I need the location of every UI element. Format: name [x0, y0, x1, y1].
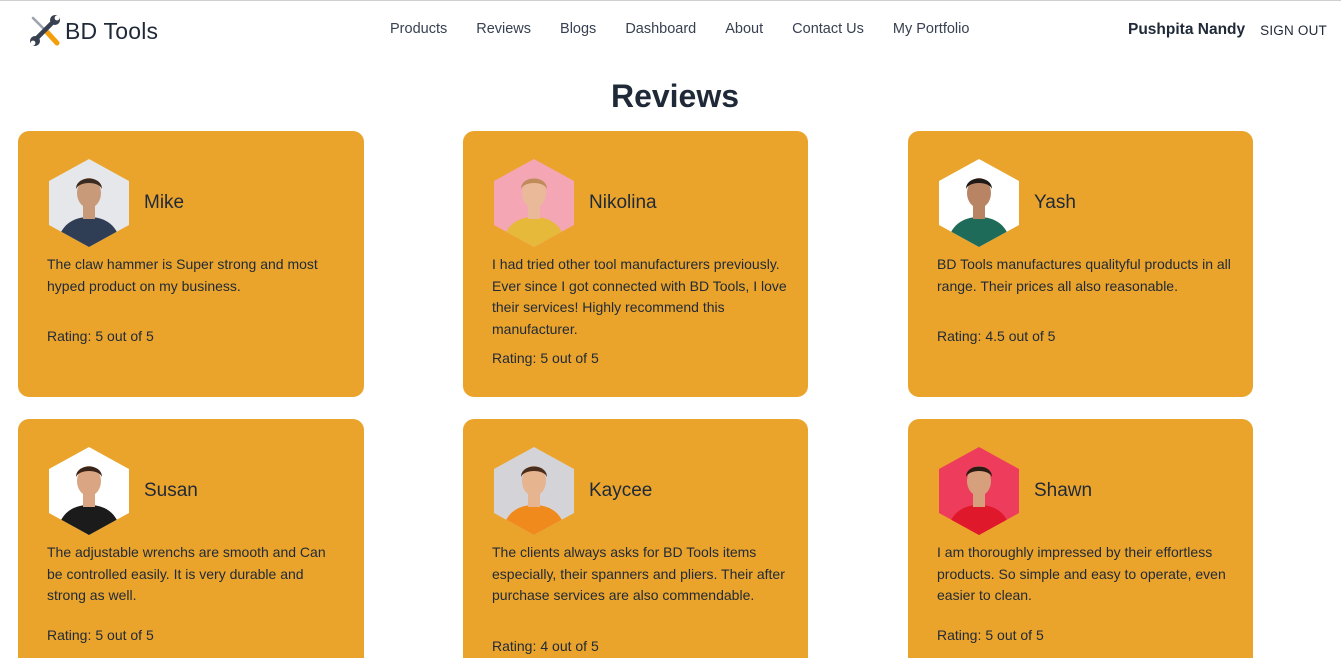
- rating-value: 5 out of 5: [95, 627, 154, 643]
- rating-label: Rating:: [47, 627, 92, 643]
- review-card: Mike The claw hammer is Super strong and…: [18, 131, 364, 397]
- rating: Rating: 4 out of 5: [492, 638, 599, 654]
- rating-value: 4.5 out of 5: [985, 328, 1056, 344]
- review-card: Nikolina I had tried other tool manufact…: [463, 131, 808, 397]
- reviewer-name: Mike: [144, 192, 185, 213]
- person-portrait: [502, 466, 566, 535]
- review-card-header: Yash: [939, 159, 1076, 247]
- reviewer-name: Susan: [144, 480, 198, 501]
- reviewer-name: Shawn: [1034, 480, 1093, 501]
- review-text: I had tried other tool manufacturers pre…: [492, 256, 787, 338]
- page-title: Reviews: [610, 78, 740, 114]
- rating-label: Rating:: [937, 328, 982, 344]
- navbar: BD Tools Products Reviews Blogs Dashboar…: [0, 1, 1341, 61]
- review-card: Kaycee The clients always asks for BD To…: [463, 419, 808, 658]
- user-name: Pushpita Nandy: [1128, 21, 1246, 38]
- nav-link-my-portfolio[interactable]: My Portfolio: [893, 21, 970, 37]
- rating: Rating: 4.5 out of 5: [937, 328, 1055, 344]
- nav-link-contact-us[interactable]: Contact Us: [792, 21, 864, 37]
- person-portrait: [502, 178, 566, 247]
- rating: Rating: 5 out of 5: [937, 627, 1044, 643]
- review-text: The claw hammer is Super strong and most…: [47, 256, 318, 294]
- reviewer-name: Kaycee: [589, 480, 653, 501]
- review-text: The adjustable wrenchs are smooth and Ca…: [47, 544, 326, 604]
- user-area: Pushpita Nandy SIGN OUT: [1128, 21, 1327, 39]
- rating-value: 5 out of 5: [985, 627, 1044, 643]
- brand-link[interactable]: BD Tools: [27, 13, 158, 49]
- rating-label: Rating:: [492, 638, 537, 654]
- nav-link-reviews[interactable]: Reviews: [476, 21, 531, 37]
- rating-value: 4 out of 5: [540, 638, 599, 654]
- nav-link-blogs[interactable]: Blogs: [560, 21, 596, 37]
- nav-links: Products Reviews Blogs Dashboard About C…: [390, 21, 998, 37]
- person-portrait: [57, 178, 121, 247]
- review-card: Yash BD Tools manufactures qualityful pr…: [908, 131, 1253, 397]
- avatar: [939, 159, 1019, 247]
- nav-link-products[interactable]: Products: [390, 21, 447, 37]
- rating-label: Rating:: [47, 328, 92, 344]
- wrench-screwdriver-icon: [30, 15, 60, 46]
- brand-name: BD Tools: [65, 17, 159, 44]
- avatar: [49, 159, 129, 247]
- review-card: Shawn I am thoroughly impressed by their…: [908, 419, 1253, 658]
- person-portrait: [57, 466, 121, 535]
- rating-value: 5 out of 5: [95, 328, 154, 344]
- avatar: [494, 159, 574, 247]
- avatar: [49, 447, 129, 535]
- review-card: Susan The adjustable wrenchs are smooth …: [18, 419, 364, 658]
- avatar: [939, 447, 1019, 535]
- review-card-header: Mike: [49, 159, 184, 247]
- rating-value: 5 out of 5: [540, 350, 599, 366]
- review-text: The clients always asks for BD Tools ite…: [492, 544, 785, 604]
- sign-out-button[interactable]: SIGN OUT: [1260, 23, 1327, 38]
- review-text: BD Tools manufactures qualityful product…: [937, 256, 1231, 294]
- review-text: I am thoroughly impressed by their effor…: [937, 544, 1226, 604]
- review-card-header: Nikolina: [494, 159, 657, 247]
- reviewer-name: Yash: [1034, 192, 1076, 213]
- reviewer-name: Nikolina: [589, 192, 657, 213]
- rating: Rating: 5 out of 5: [492, 350, 599, 366]
- rating-label: Rating:: [492, 350, 537, 366]
- review-card-header: Kaycee: [494, 447, 652, 535]
- nav-link-dashboard[interactable]: Dashboard: [625, 21, 696, 37]
- review-card-header: Shawn: [939, 447, 1092, 535]
- rating: Rating: 5 out of 5: [47, 627, 154, 643]
- review-card-header: Susan: [49, 447, 198, 535]
- rating: Rating: 5 out of 5: [47, 328, 154, 344]
- person-portrait: [947, 178, 1011, 247]
- nav-link-about[interactable]: About: [725, 21, 763, 37]
- avatar: [494, 447, 574, 535]
- person-portrait: [947, 466, 1011, 535]
- rating-label: Rating:: [937, 627, 982, 643]
